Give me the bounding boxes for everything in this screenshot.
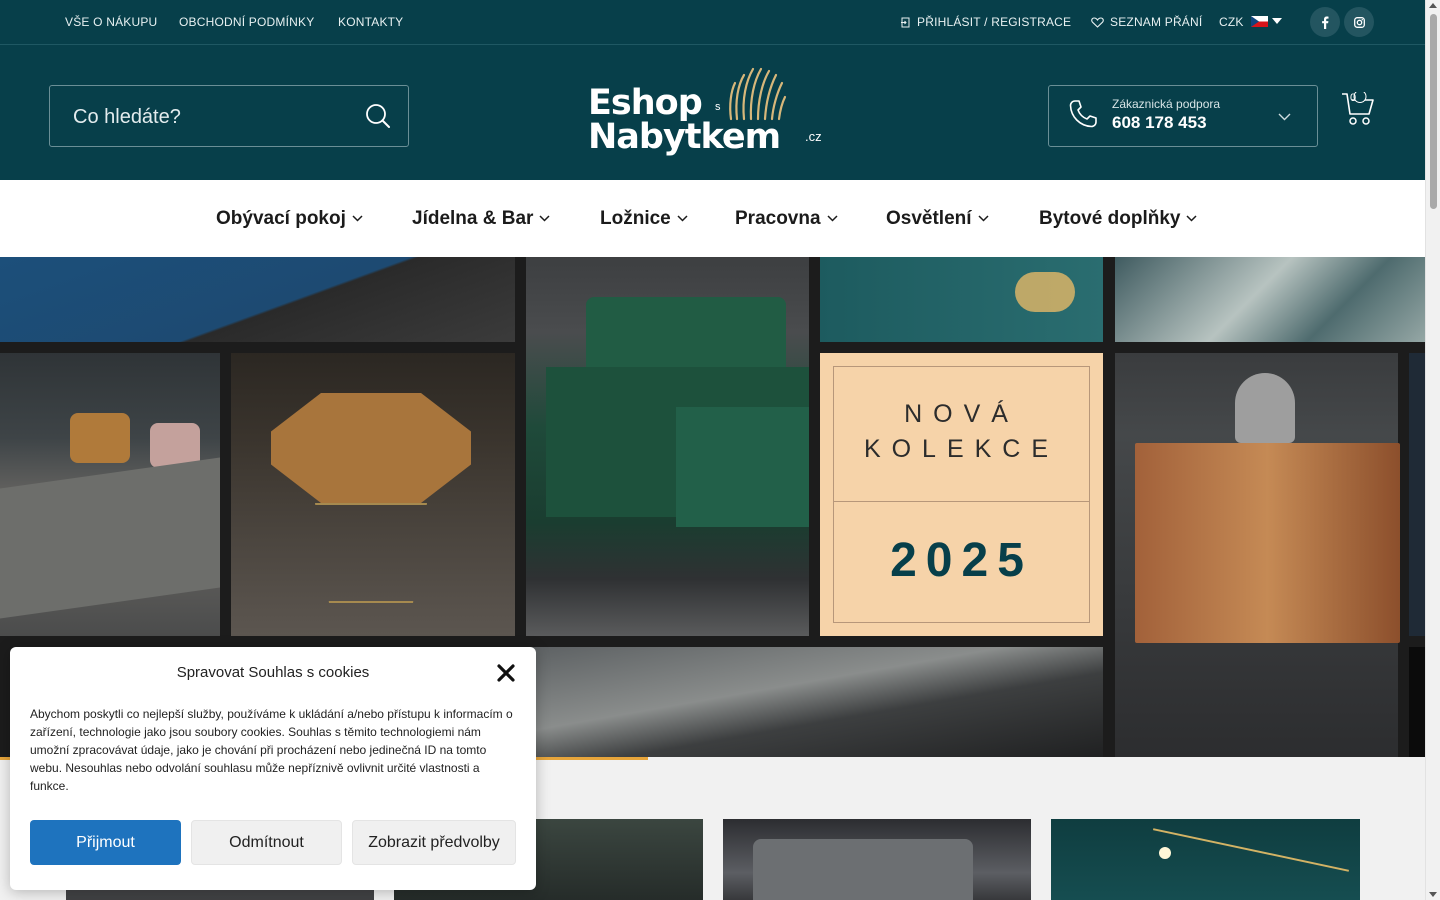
hero-image-rug [1115,257,1425,342]
close-icon[interactable] [496,663,516,683]
chevron-down-icon [677,215,688,222]
accept-button[interactable]: Přijmout [30,820,181,865]
heart-icon [1091,17,1104,28]
instagram-icon [1353,16,1365,28]
reject-button[interactable]: Odmítnout [191,820,342,865]
hero-image-coffee-table [231,353,515,636]
logo-chair-icon [729,67,787,121]
customer-support-dropdown[interactable]: Zákaznická podpora 608 178 453 [1048,85,1318,147]
search-field[interactable]: Co hledáte? [49,85,409,147]
scrollbar-thumb[interactable] [1430,14,1437,209]
cart-count: 0 [1350,92,1357,104]
chevron-down-icon [827,215,838,222]
logo-line2: Nabytkem [588,117,781,157]
hero-image-dining-table [0,353,220,636]
link-obchodni-podminky[interactable]: OBCHODNÍ PODMÍNKY [179,15,314,29]
nav-item-loznice[interactable]: Ložnice [600,208,688,230]
nav-item-osvetleni[interactable]: Osvětlení [886,208,989,230]
chevron-down-icon [539,215,550,222]
link-kontakty[interactable]: KONTAKTY [338,15,403,29]
login-icon [901,17,910,28]
nav-item-label: Ložnice [600,208,671,229]
hero-image-edge-bottom [1409,647,1425,757]
nav-item-label: Osvětlení [886,208,972,229]
nav-item-jidelna-bar[interactable]: Jídelna & Bar [412,208,550,230]
site-logo[interactable]: Eshop s Nabytkem .cz [588,65,828,165]
cookie-dialog-title: Spravovat Souhlas s cookies [176,664,370,681]
facebook-icon [1322,16,1329,29]
nav-item-label: Obývací pokoj [216,208,346,229]
support-label: Zákaznická podpora [1112,97,1221,111]
nav-item-bytove-doplnky[interactable]: Bytové doplňky [1039,208,1198,230]
wishlist-label: SEZNAM PŘÁNÍ [1110,15,1203,29]
logo-tld: .cz [805,129,822,144]
promo-line2: KOLEKCE [863,435,1060,463]
category-tile[interactable] [723,819,1031,900]
search-placeholder: Co hledáte? [73,106,181,128]
search-icon[interactable] [364,102,392,130]
hero-image-lamp [820,257,1103,342]
scroll-up-arrow-icon[interactable] [1429,3,1437,8]
hero-image-green-sofa [526,257,809,636]
nav-item-label: Jídelna & Bar [412,208,534,229]
chevron-down-icon [352,215,363,222]
chevron-down-icon [1272,18,1283,24]
logo-small-s: s [715,101,721,113]
chevron-down-icon [1186,215,1198,222]
support-phone[interactable]: 608 178 453 [1112,113,1207,133]
nav-item-obyvaci-pokoj[interactable]: Obývací pokoj [216,208,363,230]
currency-label: CZK [1219,15,1244,29]
promo-line1: NOVÁ [904,400,1019,428]
czech-flag-icon [1251,16,1269,27]
page-scrollbar[interactable] [1425,0,1440,900]
facebook-button[interactable] [1310,7,1340,37]
wishlist-link[interactable]: SEZNAM PŘÁNÍ [1091,15,1202,29]
chevron-down-icon [978,215,989,222]
nav-item-label: Pracovna [735,208,821,229]
top-bar: VŠE O NÁKUPU OBCHODNÍ PODMÍNKY KONTAKTY … [0,0,1425,45]
category-tile[interactable] [1051,819,1360,900]
login-link[interactable]: PŘIHLÁSIT / REGISTRACE [901,15,1071,29]
cart-button[interactable]: 0 [1340,90,1376,133]
promo-year: 2025 [890,534,1033,587]
hero-image-marble-table [526,647,1103,757]
new-collection-promo[interactable]: NOVÁ KOLEKCE 2025 [820,353,1103,636]
site-header: Co hledáte? Eshop s Nabytkem .cz Zákazni… [0,45,1425,180]
preferences-button[interactable]: Zobrazit předvolby [352,820,516,865]
currency-select[interactable]: CZK [1219,15,1283,29]
nav-item-pracovna[interactable]: Pracovna [735,208,838,230]
nav-item-label: Bytové doplňky [1039,208,1181,229]
scroll-down-arrow-icon[interactable] [1429,892,1437,897]
hero-image-edge [1409,353,1425,636]
chevron-down-icon [1278,113,1291,121]
instagram-button[interactable] [1344,7,1374,37]
phone-icon [1069,100,1097,128]
cart-icon [1342,90,1374,125]
promo-divider [833,501,1090,502]
cookie-dialog-text: Abychom poskytli co nejlepší služby, pou… [30,707,513,793]
hero-image-blue-sofa [0,257,515,342]
main-navigation: Obývací pokoj Jídelna & Bar Ložnice Prac… [0,180,1425,257]
cookie-consent-dialog: Spravovat Souhlas s cookies Abychom posk… [10,647,536,890]
link-vse-o-nakupu[interactable]: VŠE O NÁKUPU [65,15,157,29]
hero-image-sideboard [1115,353,1400,757]
login-label: PŘIHLÁSIT / REGISTRACE [917,15,1072,29]
